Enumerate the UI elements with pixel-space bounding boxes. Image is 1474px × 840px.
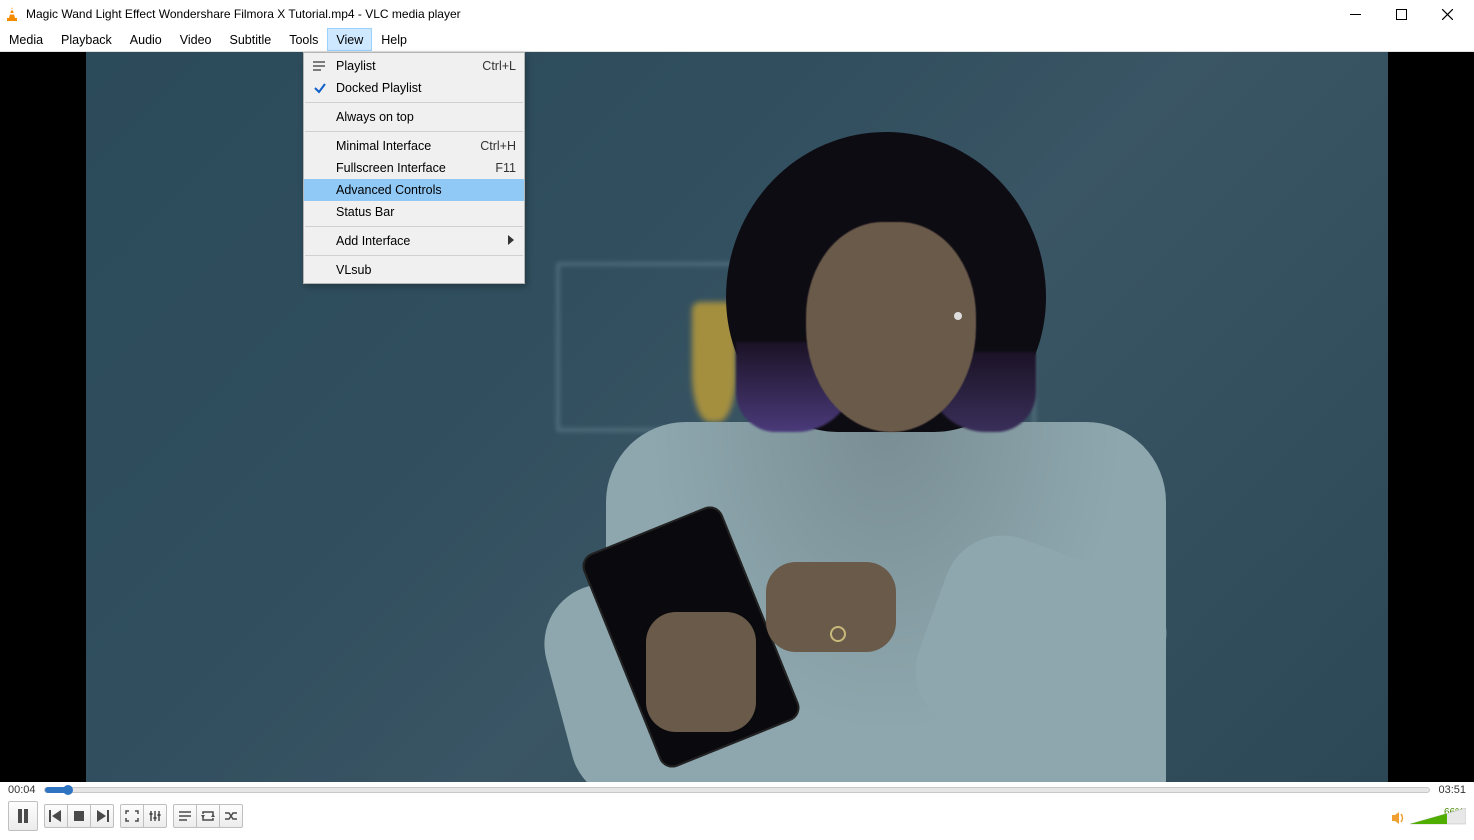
menuitem-advanced-controls[interactable]: Advanced Controls (304, 179, 524, 201)
submenu-arrow-icon (508, 234, 516, 248)
previous-button[interactable] (44, 804, 68, 828)
menuitem-label: Minimal Interface (336, 139, 431, 153)
menuitem-docked-playlist[interactable]: Docked Playlist (304, 77, 524, 99)
menubar: Media Playback Audio Video Subtitle Tool… (0, 28, 1474, 52)
view-menu-dropdown: Playlist Ctrl+L Docked Playlist Always o… (303, 52, 525, 284)
menuitem-shortcut: F11 (495, 161, 516, 175)
menuitem-label: Playlist (336, 59, 376, 73)
menuitem-shortcut: Ctrl+H (480, 139, 516, 153)
seek-bar-row: 00:04 03:51 (0, 782, 1474, 798)
extended-settings-button[interactable] (143, 804, 167, 828)
menuitem-always-on-top[interactable]: Always on top (304, 106, 524, 128)
menuitem-label: Always on top (336, 110, 414, 124)
volume-control: 66% (1390, 807, 1466, 826)
playlist-icon (312, 59, 326, 73)
playlist-group (173, 804, 243, 828)
menu-video[interactable]: Video (171, 28, 221, 51)
shuffle-button[interactable] (219, 804, 243, 828)
close-button[interactable] (1424, 0, 1470, 28)
playlist-button[interactable] (173, 804, 197, 828)
seek-knob[interactable] (63, 785, 73, 795)
video-area[interactable] (0, 52, 1474, 782)
volume-slider[interactable] (1410, 806, 1466, 826)
window-title: Magic Wand Light Effect Wondershare Film… (26, 7, 1332, 21)
menu-view[interactable]: View (327, 28, 372, 51)
menuitem-label: Fullscreen Interface (336, 161, 446, 175)
vlc-app-icon (4, 6, 20, 22)
loop-button[interactable] (196, 804, 220, 828)
menu-separator (305, 255, 523, 256)
seek-slider[interactable] (44, 787, 1431, 793)
menu-separator (305, 102, 523, 103)
controls-row: 66% (0, 798, 1474, 834)
menu-subtitle[interactable]: Subtitle (221, 28, 281, 51)
menuitem-playlist[interactable]: Playlist Ctrl+L (304, 55, 524, 77)
menuitem-label: VLsub (336, 263, 371, 277)
menu-separator (305, 131, 523, 132)
minimize-button[interactable] (1332, 0, 1378, 28)
menuitem-vlsub[interactable]: VLsub (304, 259, 524, 281)
video-letterbox-right (1388, 52, 1474, 782)
menu-audio[interactable]: Audio (121, 28, 171, 51)
speaker-icon[interactable] (1390, 810, 1406, 826)
view-group (120, 804, 167, 828)
check-icon (312, 80, 328, 96)
menu-media[interactable]: Media (0, 28, 52, 51)
maximize-button[interactable] (1378, 0, 1424, 28)
time-total[interactable]: 03:51 (1438, 784, 1466, 796)
menuitem-label: Advanced Controls (336, 183, 442, 197)
menuitem-label: Status Bar (336, 205, 394, 219)
menuitem-status-bar[interactable]: Status Bar (304, 201, 524, 223)
menu-separator (305, 226, 523, 227)
window-controls (1332, 0, 1470, 28)
menuitem-fullscreen-interface[interactable]: Fullscreen Interface F11 (304, 157, 524, 179)
menu-tools[interactable]: Tools (280, 28, 327, 51)
menuitem-shortcut: Ctrl+L (482, 59, 516, 73)
menuitem-add-interface[interactable]: Add Interface (304, 230, 524, 252)
transport-group (44, 804, 114, 828)
video-frame (86, 52, 1388, 782)
menuitem-label: Docked Playlist (336, 81, 421, 95)
titlebar: Magic Wand Light Effect Wondershare Film… (0, 0, 1474, 28)
menuitem-minimal-interface[interactable]: Minimal Interface Ctrl+H (304, 135, 524, 157)
menu-help[interactable]: Help (372, 28, 416, 51)
fullscreen-button[interactable] (120, 804, 144, 828)
menuitem-label: Add Interface (336, 234, 410, 248)
video-letterbox-left (0, 52, 86, 782)
menu-playback[interactable]: Playback (52, 28, 121, 51)
pause-button[interactable] (8, 801, 38, 831)
stop-button[interactable] (67, 804, 91, 828)
next-button[interactable] (90, 804, 114, 828)
time-elapsed[interactable]: 00:04 (8, 784, 36, 796)
